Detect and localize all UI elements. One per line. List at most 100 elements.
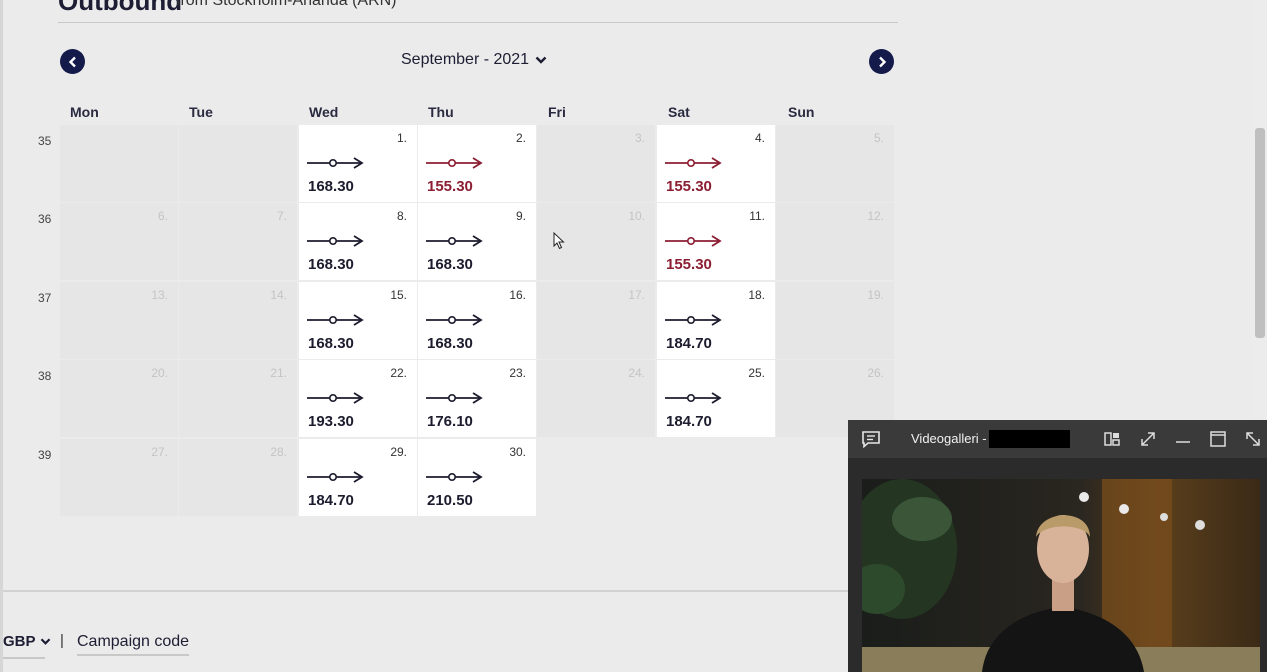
currency-underline bbox=[3, 657, 45, 659]
day-number: 29. bbox=[390, 445, 407, 459]
maximize-icon[interactable] bbox=[1209, 430, 1227, 448]
calendar-day-cell-unavailable: 14. bbox=[179, 282, 297, 359]
calendar-day-cell-unavailable: 6. bbox=[60, 203, 178, 280]
currency-label: GBP bbox=[3, 633, 36, 650]
day-number: 19. bbox=[867, 288, 884, 302]
weekday-label: Fri bbox=[548, 104, 566, 120]
day-number: 27. bbox=[151, 445, 168, 459]
chevron-left-icon bbox=[68, 56, 76, 67]
day-number: 12. bbox=[867, 209, 884, 223]
calendar-day-cell[interactable]: 11. 155.30 bbox=[657, 203, 775, 280]
fare-price: 168.30 bbox=[308, 335, 354, 352]
calendar-day-cell[interactable]: 15. 168.30 bbox=[299, 282, 417, 359]
next-month-button[interactable] bbox=[869, 49, 894, 74]
day-number: 20. bbox=[151, 366, 168, 380]
day-number: 25. bbox=[748, 366, 765, 380]
video-gallery-window[interactable]: Videogalleri - bbox=[848, 420, 1267, 672]
week-number: 37 bbox=[38, 291, 52, 305]
day-number: 13. bbox=[151, 288, 168, 302]
calendar-day-cell[interactable]: 30. 210.50 bbox=[418, 439, 536, 516]
calendar-day-cell[interactable]: 8. 168.30 bbox=[299, 203, 417, 280]
calendar-day-cell-unavailable: 21. bbox=[179, 360, 297, 437]
flight-arrow-icon bbox=[307, 314, 364, 326]
calendar-day-cell[interactable]: 22. 193.30 bbox=[299, 360, 417, 437]
flight-header: Outbound from Stockholm-Arlanda (ARN) bbox=[58, 0, 898, 23]
week-number: 38 bbox=[38, 369, 52, 383]
week-number: 36 bbox=[38, 212, 52, 226]
fare-price: 168.30 bbox=[308, 256, 354, 273]
fare-price: 155.30 bbox=[666, 256, 712, 273]
calendar-day-cell-unavailable: 24. bbox=[537, 360, 655, 437]
calendar-day-cell[interactable]: 25. 184.70 bbox=[657, 360, 775, 437]
weekday-label: Mon bbox=[70, 104, 99, 120]
video-title-bar[interactable]: Videogalleri - bbox=[848, 420, 1267, 458]
flight-arrow-icon bbox=[426, 392, 483, 404]
day-number: 2. bbox=[515, 131, 526, 145]
outbound-title: Outbound bbox=[58, 0, 183, 16]
calendar-day-cell-unavailable: 5. bbox=[776, 125, 894, 202]
fare-price: 168.30 bbox=[427, 256, 473, 273]
flight-arrow-icon bbox=[426, 157, 483, 169]
section-divider bbox=[3, 590, 851, 592]
fare-price: 193.30 bbox=[308, 413, 354, 430]
calendar-day-cell[interactable]: 23. 176.10 bbox=[418, 360, 536, 437]
fare-price: 168.30 bbox=[427, 335, 473, 352]
day-number: 16. bbox=[509, 288, 526, 302]
flight-arrow-icon bbox=[426, 471, 483, 483]
calendar-day-cell[interactable]: 2. 155.30 bbox=[418, 125, 536, 202]
flight-arrow-icon bbox=[665, 314, 722, 326]
calendar-day-cell[interactable]: 4. 155.30 bbox=[657, 125, 775, 202]
chat-icon[interactable] bbox=[861, 430, 881, 448]
scrollbar-thumb[interactable] bbox=[1255, 128, 1265, 338]
fullscreen-icon[interactable] bbox=[1139, 430, 1157, 448]
day-number: 10. bbox=[628, 209, 645, 223]
fare-price: 168.30 bbox=[308, 178, 354, 195]
fare-price: 176.10 bbox=[427, 413, 473, 430]
flight-arrow-icon bbox=[307, 157, 364, 169]
calendar-day-cell-unavailable: 28. bbox=[179, 439, 297, 516]
week-number: 39 bbox=[38, 448, 52, 462]
month-selector[interactable]: September - 2021 bbox=[401, 51, 547, 69]
calendar-day-cell-unavailable: 17. bbox=[537, 282, 655, 359]
calendar-day-cell[interactable]: 29. 184.70 bbox=[299, 439, 417, 516]
page-left-edge bbox=[0, 0, 3, 672]
calendar-day-cell-unavailable: 13. bbox=[60, 282, 178, 359]
calendar-day-cell[interactable]: 16. 168.30 bbox=[418, 282, 536, 359]
flight-arrow-icon bbox=[665, 392, 722, 404]
weekday-label: Sun bbox=[788, 104, 815, 120]
weekday-label: Thu bbox=[428, 104, 454, 120]
outbound-subtitle: from Stockholm-Arlanda (ARN) bbox=[176, 0, 397, 9]
mouse-cursor-icon bbox=[553, 232, 565, 250]
day-number: 17. bbox=[628, 288, 645, 302]
calendar-day-cell[interactable]: 1. 168.30 bbox=[299, 125, 417, 202]
calendar-day-cell-unavailable: 12. bbox=[776, 203, 894, 280]
day-number: 26. bbox=[867, 366, 884, 380]
day-number: 21. bbox=[270, 366, 287, 380]
video-window-title: Videogalleri - bbox=[911, 431, 987, 446]
calendar-day-cell-unavailable: 3. bbox=[537, 125, 655, 202]
redacted-name bbox=[989, 430, 1070, 448]
layout-toggle-icon[interactable] bbox=[1103, 430, 1121, 448]
month-label: September - 2021 bbox=[401, 51, 530, 68]
day-number: 30. bbox=[509, 445, 526, 459]
day-number: 22. bbox=[390, 366, 407, 380]
calendar-day-cell-unavailable bbox=[60, 125, 178, 202]
pop-out-icon[interactable] bbox=[1244, 430, 1262, 448]
footer-separator: | bbox=[60, 632, 64, 649]
calendar-day-cell-unavailable: 19. bbox=[776, 282, 894, 359]
campaign-code-link[interactable]: Campaign code bbox=[77, 633, 190, 656]
day-number: 18. bbox=[748, 288, 765, 302]
flight-arrow-icon bbox=[665, 235, 722, 247]
currency-selector[interactable]: GBP bbox=[3, 633, 51, 650]
calendar-day-cell[interactable]: 18. 184.70 bbox=[657, 282, 775, 359]
day-number: 11. bbox=[749, 209, 765, 223]
flight-arrow-icon bbox=[426, 235, 483, 247]
calendar-day-cell[interactable]: 9. 168.30 bbox=[418, 203, 536, 280]
flight-arrow-icon bbox=[307, 471, 364, 483]
minimize-icon[interactable] bbox=[1174, 430, 1192, 448]
day-number: 23. bbox=[509, 366, 526, 380]
previous-month-button[interactable] bbox=[60, 49, 85, 74]
week-number: 35 bbox=[38, 134, 52, 148]
calendar-day-cell-unavailable: 27. bbox=[60, 439, 178, 516]
weekday-label: Sat bbox=[668, 104, 690, 120]
